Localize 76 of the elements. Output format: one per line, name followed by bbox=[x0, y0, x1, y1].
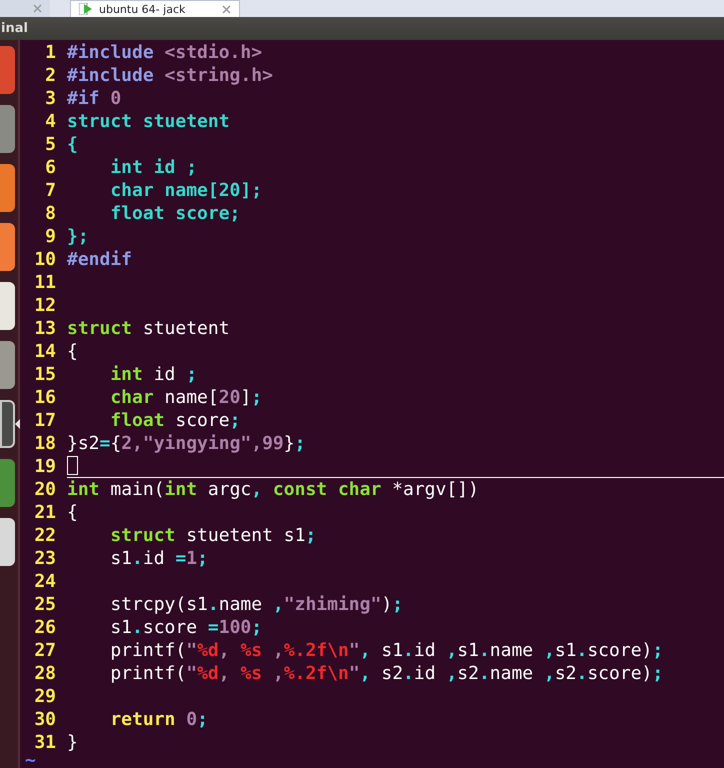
line-number: 3 bbox=[44, 87, 56, 110]
line-number: 20 bbox=[33, 478, 56, 501]
app-icon[interactable] bbox=[0, 223, 15, 271]
line-number: 9 bbox=[44, 225, 56, 248]
line-number: 11 bbox=[33, 271, 56, 294]
code-line: #if 0 bbox=[67, 87, 122, 110]
line-number: 21 bbox=[33, 501, 56, 524]
tab-label: ubuntu 64- jack bbox=[99, 2, 186, 16]
line-number: 15 bbox=[33, 363, 56, 386]
window-title: inal bbox=[0, 21, 28, 36]
line-number: 31 bbox=[33, 731, 56, 754]
app-icon[interactable] bbox=[0, 46, 15, 94]
play-icon bbox=[79, 3, 93, 15]
code-line: struct stuetent bbox=[67, 110, 230, 133]
code-line: char name[20]; bbox=[109, 179, 262, 202]
line-number: 7 bbox=[44, 179, 56, 202]
code-line: #include <string.h> bbox=[67, 64, 273, 87]
code-line: struct stuetent bbox=[67, 317, 230, 340]
text-cursor bbox=[67, 456, 78, 475]
app-icon[interactable] bbox=[0, 164, 15, 212]
active-indicator bbox=[15, 419, 20, 429]
code-line: struct stuetent s1; bbox=[109, 524, 316, 547]
line-number: 14 bbox=[33, 340, 56, 363]
line-number: 25 bbox=[33, 593, 56, 616]
code-line: strcpy(s1.name ,"zhiming"); bbox=[109, 593, 403, 616]
code-line: { bbox=[67, 133, 78, 156]
code-line: printf("%d, %s ,%.2f\n", s1.id ,s1.name ,s1.score); bbox=[109, 639, 664, 662]
tab[interactable]: ubuntu 64- jack bbox=[70, 0, 240, 17]
code-line: }; bbox=[67, 225, 89, 248]
line-number: 2 bbox=[44, 64, 56, 87]
code-line: { bbox=[67, 501, 78, 524]
app-icon[interactable] bbox=[0, 105, 15, 153]
code-line: int id ; bbox=[109, 363, 198, 386]
code-line: return 0; bbox=[109, 708, 208, 731]
line-number: 13 bbox=[33, 317, 56, 340]
code-line: } bbox=[67, 731, 78, 754]
code-line: int main(int argc, const char *argv[]) bbox=[67, 478, 479, 501]
code-line: s1.id =1; bbox=[109, 547, 208, 570]
app-icon[interactable] bbox=[0, 400, 15, 448]
line-number: 6 bbox=[44, 156, 56, 179]
line-number: 19 bbox=[33, 455, 56, 478]
code-line: int id ; bbox=[109, 156, 198, 179]
empty-line-marker: ~ bbox=[24, 754, 37, 768]
line-number: 30 bbox=[33, 708, 56, 731]
line-number: 1 bbox=[44, 41, 56, 64]
line-number: 17 bbox=[33, 409, 56, 432]
line-number: 18 bbox=[33, 432, 56, 455]
code-line: #endif bbox=[67, 248, 132, 271]
line-number: 23 bbox=[33, 547, 56, 570]
code-line: char name[20]; bbox=[109, 386, 262, 409]
line-number: 16 bbox=[33, 386, 56, 409]
code-line: }s2={2,"yingying",99}; bbox=[67, 432, 306, 455]
app-icon[interactable] bbox=[0, 282, 15, 330]
code-line: { bbox=[67, 340, 78, 363]
app-icon[interactable] bbox=[0, 518, 15, 566]
code-line: float score; bbox=[109, 409, 240, 432]
app-icon[interactable] bbox=[0, 341, 15, 389]
app-icon[interactable] bbox=[0, 459, 15, 507]
line-number: 26 bbox=[33, 616, 56, 639]
line-number: 22 bbox=[33, 524, 56, 547]
line-number: 5 bbox=[44, 133, 56, 156]
code-line: #include <stdio.h> bbox=[67, 41, 262, 64]
close-icon[interactable] bbox=[33, 4, 42, 13]
code-line: printf("%d, %s ,%.2f\n", s2.id ,s2.name ,s2.score); bbox=[109, 662, 664, 685]
line-number: 4 bbox=[44, 110, 56, 133]
close-icon[interactable] bbox=[222, 4, 231, 14]
line-number: 12 bbox=[33, 294, 56, 317]
tab[interactable] bbox=[0, 0, 50, 17]
line-number: 29 bbox=[33, 685, 56, 708]
code-line: s1.score =100; bbox=[109, 616, 262, 639]
line-number: 24 bbox=[33, 570, 56, 593]
line-number: 28 bbox=[33, 662, 56, 685]
line-number: 10 bbox=[33, 248, 56, 271]
code-line: float score; bbox=[109, 202, 240, 225]
line-number: 27 bbox=[33, 639, 56, 662]
line-number: 8 bbox=[44, 202, 56, 225]
